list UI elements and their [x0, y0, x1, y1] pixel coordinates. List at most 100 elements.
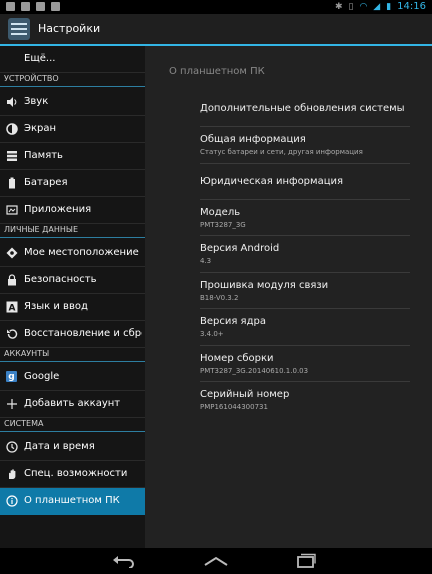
battery-icon: ▮ — [386, 2, 392, 12]
volume-icon — [6, 96, 18, 108]
status-bar: ✱ ▯ ◠ ◢ ▮ 14:16 — [0, 0, 432, 14]
notification-icon — [6, 2, 15, 11]
section-header-personal: ЛИЧНЫЕ ДАННЫЕ — [0, 224, 145, 238]
section-header-system: СИСТЕМА — [0, 418, 145, 432]
row-title: Общая информация — [200, 134, 306, 145]
recents-icon — [297, 553, 316, 568]
row-title: Юридическая информация — [200, 176, 344, 187]
row-android-version[interactable]: Версия Android 4.3 — [200, 236, 410, 273]
row-general-info[interactable]: Общая информация Статус батареи и сети, … — [200, 127, 410, 164]
sidebar-item-label: Спец. возможности — [24, 468, 128, 479]
row-title: Версия Android — [200, 243, 280, 254]
back-button[interactable] — [110, 552, 138, 570]
sidebar-item-display[interactable]: Экран — [0, 116, 145, 143]
google-icon: g — [6, 371, 17, 382]
row-title: Модель — [200, 207, 241, 218]
row-value: PMP161044300731 — [200, 403, 268, 411]
sidebar-item-google[interactable]: g Google — [0, 364, 145, 391]
sidebar-item-label: Google — [24, 371, 60, 382]
row-value: PMT3287_3G.20140610.1.0.03 — [200, 367, 309, 375]
sidebar-item-label: Восстановление и сброс — [24, 328, 142, 339]
sidebar-item-label: Экран — [24, 123, 57, 134]
sidebar-item-apps[interactable]: Приложения — [0, 197, 145, 224]
language-icon: A — [6, 301, 18, 313]
clock: 14:16 — [397, 1, 426, 12]
sidebar-item-date-time[interactable]: Дата и время — [0, 434, 145, 461]
home-icon — [204, 556, 228, 566]
settings-app-icon[interactable] — [8, 18, 30, 40]
brightness-icon — [6, 123, 18, 135]
clock-icon — [6, 441, 18, 453]
plus-icon — [6, 398, 18, 410]
row-title: Версия ядра — [200, 316, 266, 327]
lock-icon — [6, 274, 18, 286]
sidebar-item-label: Батарея — [24, 177, 68, 188]
back-icon — [113, 556, 134, 568]
hand-icon — [6, 468, 18, 480]
sidebar-item-label: Приложения — [24, 204, 92, 215]
sidebar-item-more[interactable]: Ещё... — [0, 46, 145, 73]
about-tablet-pane: О планшетном ПК Дополнительные обновлени… — [145, 46, 432, 548]
status-icons: ✱ ▯ ◠ ◢ ▮ 14:16 — [335, 0, 426, 14]
action-bar: Настройки — [0, 14, 432, 46]
row-title: Дополнительные обновления системы — [200, 103, 405, 114]
bluetooth-icon: ✱ — [334, 2, 343, 12]
svg-text:A: A — [9, 304, 16, 314]
vibrate-icon: ▯ — [348, 2, 354, 12]
sidebar-item-label: Ещё... — [24, 53, 56, 64]
home-button[interactable] — [202, 552, 230, 570]
sidebar-item-label: Добавить аккаунт — [24, 398, 121, 409]
restore-icon — [6, 328, 18, 340]
sidebar-item-sound[interactable]: Звук — [0, 89, 145, 116]
battery-icon — [6, 177, 18, 189]
sidebar-item-about[interactable]: О планшетном ПК — [0, 488, 145, 515]
sidebar-item-label: Память — [24, 150, 63, 161]
row-build-number[interactable]: Номер сборки PMT3287_3G.20140610.1.0.03 — [200, 346, 410, 382]
sidebar-item-label: Безопасность — [24, 274, 97, 285]
storage-icon — [6, 150, 18, 162]
location-icon — [6, 247, 18, 259]
row-value: 4.3 — [200, 257, 212, 265]
row-value: 3.4.0+ — [200, 330, 224, 338]
row-subtitle: Статус батареи и сети, другая информация — [200, 148, 363, 156]
sidebar-item-label: Язык и ввод — [24, 301, 88, 312]
row-system-updates[interactable]: Дополнительные обновления системы — [200, 91, 410, 127]
sidebar-item-accessibility[interactable]: Спец. возможности — [0, 461, 145, 488]
section-header-device: УСТРОЙСТВО — [0, 73, 145, 87]
sidebar-item-reset[interactable]: Восстановление и сброс — [0, 321, 145, 348]
settings-sidebar: Ещё... УСТРОЙСТВО Звук Экран Память Бата… — [0, 46, 145, 548]
row-legal-info[interactable]: Юридическая информация — [200, 164, 410, 200]
sidebar-item-storage[interactable]: Память — [0, 143, 145, 170]
row-kernel-version: Версия ядра 3.4.0+ — [200, 309, 410, 346]
sidebar-item-language[interactable]: A Язык и ввод — [0, 294, 145, 321]
section-header-accounts: АККАУНТЫ — [0, 348, 145, 362]
app-title: Настройки — [38, 22, 101, 35]
row-value: B18-V0.3.2 — [200, 294, 239, 302]
row-title: Прошивка модуля связи — [200, 280, 329, 291]
row-baseband: Прошивка модуля связи B18-V0.3.2 — [200, 273, 410, 309]
sidebar-item-label: Звук — [24, 96, 49, 107]
wifi-icon: ◠ — [359, 2, 368, 12]
row-model: Модель PMT3287_3G — [200, 200, 410, 236]
row-serial-number: Серийный номер PMP161044300731 — [200, 382, 410, 418]
notification-icon — [21, 2, 30, 11]
sidebar-item-battery[interactable]: Батарея — [0, 170, 145, 197]
row-value: PMT3287_3G — [200, 221, 246, 229]
sidebar-item-add-account[interactable]: Добавить аккаунт — [0, 391, 145, 418]
sidebar-item-location[interactable]: Мое местоположение — [0, 240, 145, 267]
recents-button[interactable] — [292, 552, 320, 570]
row-title: Номер сборки — [200, 353, 274, 364]
sidebar-item-label: О планшетном ПК — [24, 495, 120, 506]
notification-icon — [51, 2, 60, 11]
notification-area[interactable] — [6, 2, 60, 11]
apps-icon — [6, 204, 18, 216]
row-title: Серийный номер — [200, 389, 290, 400]
sidebar-item-label: Мое местоположение — [24, 247, 139, 258]
notification-icon — [36, 2, 45, 11]
sidebar-item-security[interactable]: Безопасность — [0, 267, 145, 294]
sidebar-item-label: Дата и время — [24, 441, 95, 452]
page-title: О планшетном ПК — [169, 66, 265, 77]
navigation-bar — [0, 548, 432, 574]
info-icon — [6, 495, 18, 507]
signal-icon: ◢ — [373, 2, 381, 12]
